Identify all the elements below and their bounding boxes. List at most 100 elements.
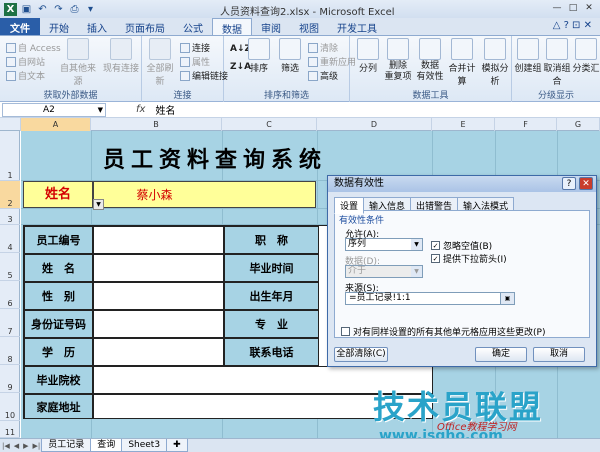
column-header[interactable]: A [21,118,91,131]
ignore-blank-checkbox[interactable]: ✓ 忽略空值(B) [431,239,492,252]
redo-icon[interactable]: ↷ [52,3,65,16]
text-icon [6,70,16,81]
from-access-button[interactable]: 自 Access [6,41,61,54]
new-sheet-icon[interactable]: ✚ [166,439,188,452]
row-header[interactable]: 7 [0,309,20,337]
name-value-cell[interactable]: 蔡小森 [93,181,316,208]
clear-all-button[interactable]: 全部清除(C) [334,347,388,362]
tab-view[interactable]: 视图 [290,18,328,35]
column-header[interactable]: F [495,118,557,131]
next-sheet-icon[interactable]: ▶ [21,442,30,450]
tab-file[interactable]: 文件 [0,18,40,35]
label-education: 学 历 [24,338,93,366]
fx-icon[interactable]: fx [136,104,145,115]
ribbon: 自 Access 自网站 自文本 自其他来源 现有连接 获取外部数据 全部刷新 … [0,36,600,102]
name-box[interactable]: A2 ▼ [2,102,106,117]
close-icon[interactable]: ✕ [582,2,596,14]
sheet-tab-records[interactable]: 员工记录 [41,439,92,452]
name-box-dropdown-icon[interactable]: ▼ [98,104,103,116]
qat-dropdown-icon[interactable]: ▾ [84,3,97,16]
help-icon[interactable]: △ ? ⊡ ✕ [553,20,592,31]
tab-insert[interactable]: 插入 [78,18,116,35]
text-to-columns-button[interactable]: 分列 [354,38,382,74]
save-icon[interactable]: ▣ [20,3,33,16]
first-sheet-icon[interactable]: |◀ [0,442,12,450]
row-header[interactable]: 4 [0,225,20,253]
edit-links-button[interactable]: 编辑链接 [180,69,228,82]
column-header[interactable]: D [317,118,432,131]
row-header[interactable]: 8 [0,337,20,365]
row-header[interactable]: 6 [0,281,20,309]
range-select-icon[interactable]: ▣ [500,293,514,304]
allow-dropdown-icon[interactable]: ▼ [411,239,422,250]
select-all-corner[interactable] [0,118,21,131]
sort-button[interactable]: 排序 [248,38,270,74]
label-gender: 性 别 [24,282,93,310]
row-header[interactable]: 11 [0,421,20,438]
source-input[interactable]: =员工记录!1:1 ▣ [345,292,515,305]
ok-button[interactable]: 确定 [475,347,527,362]
dialog-tab-settings[interactable]: 设置 [334,197,365,214]
row-header[interactable]: 5 [0,253,20,281]
excel-logo-icon: X [4,2,17,16]
row-header[interactable]: 2 [0,181,20,209]
name-label-cell[interactable]: 姓名 [23,181,93,208]
prev-sheet-icon[interactable]: ◀ [12,442,21,450]
what-if-button[interactable]: 模拟分析 [478,38,512,87]
column-header[interactable]: G [557,118,600,131]
tab-formulas[interactable]: 公式 [174,18,212,35]
reapply-button[interactable]: 重新应用 [308,55,356,68]
consolidate-button[interactable]: 合并计算 [446,38,478,87]
data-validation-button[interactable]: 数据 有效性 [414,38,446,83]
value-education[interactable] [93,338,224,366]
row-header[interactable]: 1 [0,131,20,181]
allow-select[interactable]: 序列 ▼ [345,238,423,251]
tab-home[interactable]: 开始 [40,18,78,35]
formula-input[interactable]: 姓名 [155,102,175,117]
from-text-button[interactable]: 自文本 [6,69,45,82]
print-preview-icon[interactable]: ⎙ [68,3,81,16]
maximize-icon[interactable]: □ [566,2,580,14]
clear-button[interactable]: 清除 [308,41,338,54]
row-header[interactable]: 10 [0,393,20,421]
ungroup-button[interactable]: 取消组合 [542,38,572,87]
tab-developer[interactable]: 开发工具 [328,18,386,35]
undo-icon[interactable]: ↶ [36,3,49,16]
properties-button[interactable]: 属性 [180,55,210,68]
dialog-help-icon[interactable]: ? [562,177,576,190]
subtotal-button[interactable]: 分类汇 [572,38,600,74]
remove-duplicates-button[interactable]: 删除 重复项 [382,38,414,83]
filter-button[interactable]: 筛选 [276,38,304,74]
column-header[interactable]: B [91,118,222,131]
tab-data[interactable]: 数据 [212,18,252,36]
value-name[interactable] [93,254,224,282]
funnel-icon [279,38,301,60]
row-header[interactable]: 3 [0,209,20,225]
cancel-button[interactable]: 取消 [533,347,585,362]
value-gender[interactable] [93,282,224,310]
data-validation-icon [419,38,441,60]
tab-review[interactable]: 审阅 [252,18,290,35]
other-sources-button[interactable]: 自其他来源 [56,38,100,87]
from-web-button[interactable]: 自网站 [6,55,45,68]
existing-connections-button[interactable]: 现有连接 [102,38,140,74]
advanced-button[interactable]: 高级 [308,69,338,82]
connections-button[interactable]: 连接 [180,41,210,54]
dialog-title-bar[interactable]: 数据有效性 ? ✕ [328,176,596,192]
dialog-close-icon[interactable]: ✕ [579,177,593,190]
row-header[interactable]: 9 [0,365,20,393]
in-cell-dropdown-checkbox[interactable]: ✓ 提供下拉箭头(I) [431,252,507,265]
value-id-number[interactable] [93,310,224,338]
column-header[interactable]: C [222,118,317,131]
apply-all-checkbox[interactable]: 对有同样设置的所有其他单元格应用这些更改(P) [341,325,545,338]
column-header[interactable]: E [432,118,495,131]
refresh-all-button[interactable]: 全部刷新 [144,38,176,87]
sheet-tab-query[interactable]: 查询 [90,439,123,452]
cell-dropdown-arrow-icon[interactable]: ▼ [93,199,104,210]
group-button[interactable]: 创建组 [514,38,542,74]
sheet-tab-sheet3[interactable]: Sheet3 [121,439,168,452]
minimize-icon[interactable]: — [550,2,564,14]
tab-page-layout[interactable]: 页面布局 [116,18,174,35]
value-employee-id[interactable] [93,226,224,254]
label-title: 职 称 [224,226,319,254]
